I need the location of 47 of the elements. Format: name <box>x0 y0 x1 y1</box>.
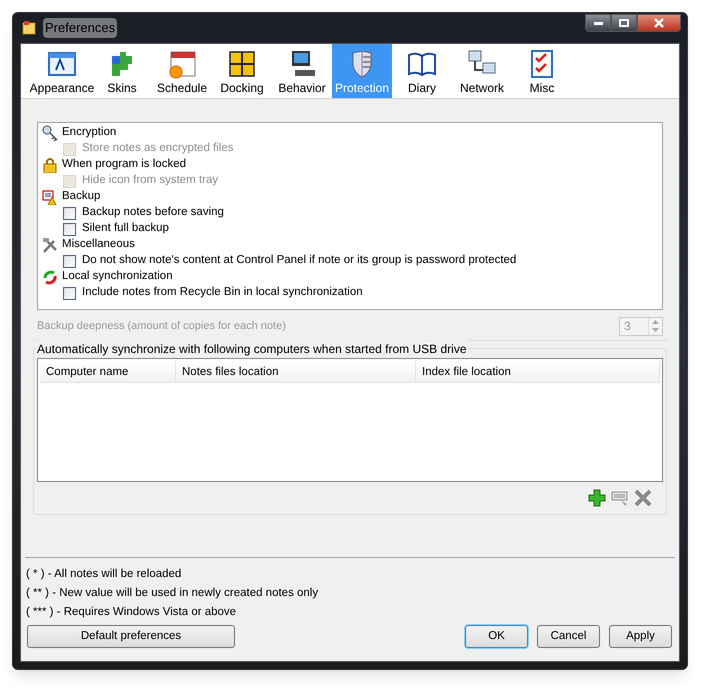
notepad-icon <box>21 20 37 36</box>
key-icon <box>42 125 58 141</box>
checkbox[interactable] <box>63 222 76 236</box>
toolbar-tab[interactable]: Behavior <box>272 44 332 98</box>
sync-icon <box>42 269 58 285</box>
option-label: Store notes as encrypted files <box>82 141 234 156</box>
option-label: Include notes from Recycle Bin in local synchronization <box>82 285 363 300</box>
group-heading: Encryption <box>62 125 116 140</box>
toolbar-tab[interactable]: Schedule <box>152 44 212 98</box>
option-label: Silent full backup <box>82 221 169 236</box>
column-header[interactable]: Notes files location <box>176 361 416 382</box>
maximize-button[interactable] <box>611 14 637 32</box>
document-icon <box>42 189 58 205</box>
option-label: Backup notes before saving <box>82 205 224 220</box>
toolbar-tab[interactable]: Misc <box>512 44 572 98</box>
minimize-button[interactable] <box>585 14 611 32</box>
tools-icon <box>42 237 58 253</box>
add-icon[interactable] <box>588 489 606 507</box>
toolbar-tab[interactable]: Docking <box>212 44 272 98</box>
checkbox[interactable] <box>63 254 76 268</box>
dialog-button[interactable]: Apply <box>609 625 672 648</box>
group-heading: Local synchronization <box>62 269 173 284</box>
padlock-icon <box>42 157 58 173</box>
group-heading: When program is locked <box>62 157 186 172</box>
backup-deepness-label: Backup deepness (amount of copies for each note) <box>37 318 286 334</box>
column-header[interactable]: Index file location <box>416 361 660 382</box>
delete-icon[interactable] <box>634 489 652 507</box>
checkbox[interactable] <box>63 206 76 220</box>
group-heading: Miscellaneous <box>62 237 135 252</box>
footnote: ( * ) - All notes will be reloaded <box>26 567 182 581</box>
footnote: ( ** ) - New value will be used in newly created notes only <box>26 586 320 600</box>
close-button[interactable] <box>637 14 681 32</box>
toolbar-tab[interactable]: Diary <box>392 44 452 98</box>
default-preferences-button[interactable]: Default preferences <box>27 625 235 648</box>
checkbox[interactable] <box>63 286 76 300</box>
option-label: Do not show note's content at Control Panel if note or its group is password protected <box>82 253 516 268</box>
footnote: ( *** ) - Requires Windows Vista or above <box>26 605 238 619</box>
dialog-button[interactable]: OK <box>465 625 528 648</box>
option-label: Hide icon from system tray <box>82 173 218 188</box>
toolbar-tab[interactable]: Appearance <box>32 44 92 98</box>
toolbar-tab[interactable]: Network <box>452 44 512 98</box>
window-title: Preferences <box>43 18 118 38</box>
column-header[interactable]: Computer name <box>40 361 176 382</box>
close-icon <box>654 18 664 28</box>
group-heading: Backup <box>62 189 100 204</box>
group-title: Automatically synchronize with following computers when started from USB drive <box>36 340 468 358</box>
dialog-button[interactable]: Cancel <box>537 625 600 648</box>
